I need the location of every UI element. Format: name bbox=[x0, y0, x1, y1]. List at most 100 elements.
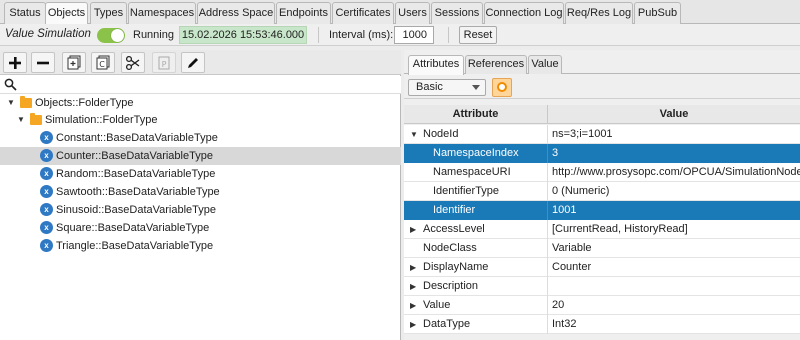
attribute-name: Identifier bbox=[433, 204, 476, 216]
interval-input[interactable]: 1000 bbox=[394, 26, 434, 44]
node-details-pane: Attributes References Value Basic Attrib… bbox=[404, 50, 800, 340]
cut-icon[interactable] bbox=[121, 52, 145, 73]
attribute-name: NamespaceIndex bbox=[433, 147, 519, 159]
collapsed-arrow-icon[interactable]: ▶ bbox=[410, 315, 416, 334]
tab-certificates[interactable]: Certificates bbox=[332, 2, 394, 24]
attribute-value: 1001 bbox=[552, 204, 577, 216]
address-tree-pane: C P ▼ Objects::FolderType ▼ Simulation::… bbox=[0, 50, 401, 340]
toggle-knob bbox=[111, 29, 124, 42]
attribute-row-nodeid[interactable]: ▼ NodeId ns=3;i=1001 bbox=[404, 125, 800, 144]
refresh-button[interactable] bbox=[492, 78, 512, 97]
minus-icon[interactable] bbox=[31, 52, 55, 73]
value-column-header[interactable]: Value bbox=[548, 105, 800, 124]
attribute-row-nodeclass[interactable]: NodeClass Variable bbox=[404, 239, 800, 258]
tree-item-simulation[interactable]: ▼ Simulation::FolderType bbox=[0, 111, 401, 129]
attribute-row-accesslevel[interactable]: ▶ AccessLevel [CurrentRead, HistoryRead] bbox=[404, 220, 800, 239]
value-simulation-label: Value Simulation bbox=[5, 28, 91, 40]
tree-item-label: Square::BaseDataVariableType bbox=[56, 222, 210, 234]
search-icon bbox=[4, 78, 17, 94]
attribute-name: NodeId bbox=[423, 128, 459, 140]
tab-namespaces[interactable]: Namespaces bbox=[128, 2, 196, 24]
attribute-cell: ▶ DataType bbox=[404, 315, 548, 334]
add-copy-icon[interactable]: C bbox=[91, 52, 115, 73]
collapsed-arrow-icon[interactable]: ▶ bbox=[410, 277, 416, 296]
tree-item-label: Simulation::FolderType bbox=[45, 114, 158, 126]
tab-references[interactable]: References bbox=[465, 55, 527, 74]
variable-icon: x bbox=[40, 167, 53, 180]
tab-address-space[interactable]: Address Space bbox=[197, 2, 275, 24]
attribute-value: 3 bbox=[552, 147, 559, 159]
collapsed-arrow-icon[interactable]: ▶ bbox=[410, 296, 416, 315]
attribute-cell: Identifier bbox=[404, 201, 548, 220]
separator bbox=[318, 27, 319, 43]
tree-item-sinusoid[interactable]: x Sinusoid::BaseDataVariableType bbox=[0, 201, 401, 219]
tab-objects[interactable]: Objects bbox=[45, 2, 88, 25]
attribute-cell: ▶ Value bbox=[404, 296, 548, 315]
tab-users[interactable]: Users bbox=[395, 2, 430, 24]
attribute-name: Value bbox=[423, 299, 451, 311]
attribute-column-header[interactable]: Attribute bbox=[404, 105, 548, 124]
tab-value[interactable]: Value bbox=[528, 55, 562, 74]
tree-item-label: Sinusoid::BaseDataVariableType bbox=[56, 204, 217, 216]
simulation-datetime: 15.02.2026 15:53:46.000 bbox=[179, 26, 307, 44]
view-mode-select[interactable]: Basic bbox=[408, 79, 486, 96]
tab-pubsub[interactable]: PubSub bbox=[634, 2, 681, 24]
tab-endpoints[interactable]: Endpoints bbox=[276, 2, 331, 24]
collapsed-arrow-icon[interactable]: ▶ bbox=[410, 220, 416, 239]
tab-sessions[interactable]: Sessions bbox=[431, 2, 483, 24]
tree-toolbar: C P bbox=[0, 50, 401, 75]
attribute-row-value[interactable]: ▶ Value 20 bbox=[404, 296, 800, 315]
separator bbox=[448, 27, 449, 43]
folder-icon bbox=[30, 113, 42, 125]
edit-icon[interactable] bbox=[181, 52, 205, 73]
reset-button[interactable]: Reset bbox=[459, 26, 497, 44]
chevron-down-icon bbox=[472, 85, 480, 90]
tab-status[interactable]: Status bbox=[4, 2, 46, 24]
attribute-name: NodeClass bbox=[423, 242, 477, 254]
attribute-value: 0 (Numeric) bbox=[552, 185, 610, 197]
plus-icon[interactable] bbox=[3, 52, 27, 73]
view-mode-value: Basic bbox=[416, 81, 443, 93]
tree-item-sawtooth[interactable]: x Sawtooth::BaseDataVariableType bbox=[0, 183, 401, 201]
variable-icon: x bbox=[40, 203, 53, 216]
tree-item-counter[interactable]: x Counter::BaseDataVariableType bbox=[0, 147, 401, 165]
simulation-bar: Value Simulation Running 15.02.2026 15:5… bbox=[0, 24, 800, 46]
attribute-value: http://www.prosysopc.com/OPCUA/Simulatio… bbox=[552, 166, 800, 178]
attribute-name: AccessLevel bbox=[423, 223, 485, 235]
tree-item-constant[interactable]: x Constant::BaseDataVariableType bbox=[0, 129, 401, 147]
attribute-row-displayname[interactable]: ▶ DisplayName Counter bbox=[404, 258, 800, 277]
expanded-arrow-icon[interactable]: ▼ bbox=[6, 94, 16, 112]
attribute-row-description[interactable]: ▶ Description bbox=[404, 277, 800, 296]
attribute-row-datatype[interactable]: ▶ DataType Int32 bbox=[404, 315, 800, 334]
simulation-toggle[interactable] bbox=[97, 28, 125, 43]
attribute-value: Int32 bbox=[552, 318, 577, 330]
attribute-row-namespaceindex[interactable]: NamespaceIndex 3 bbox=[404, 144, 800, 163]
tab-req-res-log[interactable]: Req/Res Log bbox=[565, 2, 633, 24]
tree-item-objects[interactable]: ▼ Objects::FolderType bbox=[0, 94, 401, 112]
folder-icon bbox=[20, 96, 32, 108]
details-tab-bar: Attributes References Value bbox=[404, 50, 800, 75]
tree-item-random[interactable]: x Random::BaseDataVariableType bbox=[0, 165, 401, 183]
tree-item-label: Constant::BaseDataVariableType bbox=[56, 132, 218, 144]
tree-item-label: Sawtooth::BaseDataVariableType bbox=[56, 186, 220, 198]
tab-attributes[interactable]: Attributes bbox=[408, 55, 464, 75]
attribute-row-namespaceuri[interactable]: NamespaceURI http://www.prosysopc.com/OP… bbox=[404, 163, 800, 182]
attribute-row-identifiertype[interactable]: IdentifierType 0 (Numeric) bbox=[404, 182, 800, 201]
expanded-arrow-icon[interactable]: ▼ bbox=[410, 125, 418, 144]
tree-item-label: Counter::BaseDataVariableType bbox=[56, 150, 213, 162]
tree-item-triangle[interactable]: x Triangle::BaseDataVariableType bbox=[0, 237, 401, 255]
tab-connection-log[interactable]: Connection Log bbox=[484, 2, 564, 24]
attribute-cell: NamespaceIndex bbox=[404, 144, 548, 163]
tree-search-row[interactable] bbox=[0, 76, 401, 94]
attribute-name: NamespaceURI bbox=[433, 166, 511, 178]
attribute-row-identifier[interactable]: Identifier 1001 bbox=[404, 201, 800, 220]
paste-icon[interactable]: P bbox=[152, 52, 176, 73]
tab-types[interactable]: Types bbox=[90, 2, 127, 24]
expanded-arrow-icon[interactable]: ▼ bbox=[16, 111, 26, 129]
variable-icon: x bbox=[40, 185, 53, 198]
add-object-icon[interactable] bbox=[62, 52, 86, 73]
collapsed-arrow-icon[interactable]: ▶ bbox=[410, 258, 416, 277]
attribute-cell: IdentifierType bbox=[404, 182, 548, 201]
attribute-value: [CurrentRead, HistoryRead] bbox=[552, 223, 688, 235]
tree-item-square[interactable]: x Square::BaseDataVariableType bbox=[0, 219, 401, 237]
